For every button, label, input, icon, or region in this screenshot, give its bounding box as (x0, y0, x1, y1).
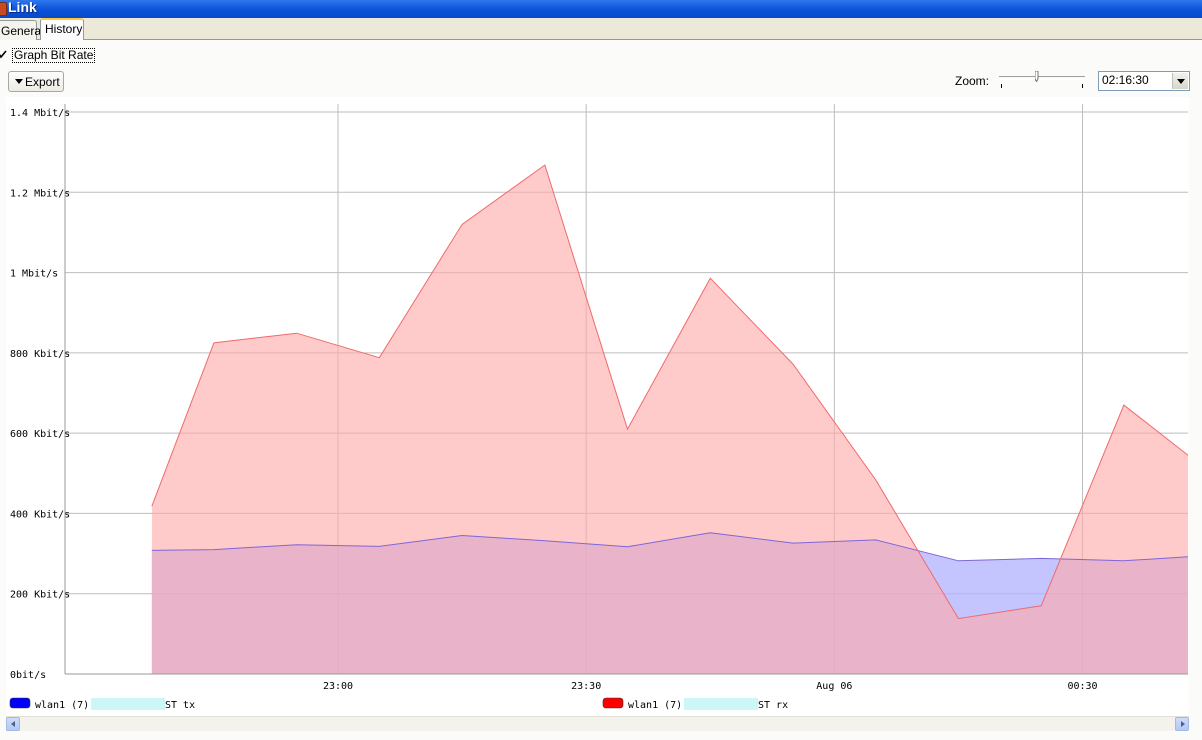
slider-thumb[interactable] (1035, 71, 1039, 82)
horizontal-scrollbar[interactable] (6, 716, 1189, 731)
rx-point (792, 363, 794, 365)
rx-point (1040, 605, 1042, 607)
rx-point (461, 223, 463, 225)
bitrate-chart-svg: 0bit/s 200 Kbit/s 400 Kbit/s 600 Kbit/s 800 … (9, 104, 1189, 711)
rx-point (1187, 454, 1189, 456)
tx-point (213, 549, 215, 551)
tx-point (1123, 560, 1125, 562)
export-button[interactable]: Export (8, 71, 64, 92)
rx-point (151, 505, 153, 507)
graph-bit-rate-checkbox[interactable] (0, 49, 7, 60)
y-tick-label: 1 Mbit/s (10, 269, 58, 280)
legend-swatch-tx (9, 697, 31, 709)
rx-point (544, 164, 546, 166)
zoom-range-select[interactable]: 02:16:30 (1098, 71, 1190, 91)
y-tick-label: 800 Kbit/s (10, 349, 70, 360)
export-label: Export (25, 75, 60, 89)
chevron-down-icon (1177, 79, 1185, 84)
rx-point (626, 428, 628, 430)
rx-point (875, 479, 877, 481)
tx-point (957, 560, 959, 562)
zoom-label: Zoom: (955, 74, 990, 88)
tx-point (709, 532, 711, 534)
tx-point (1187, 556, 1189, 558)
checkmark-icon (0, 50, 7, 59)
zoom-slider[interactable] (998, 70, 1086, 92)
tx-point (296, 544, 298, 546)
bitrate-chart: 0bit/s 200 Kbit/s 400 Kbit/s 600 Kbit/s 800 … (6, 97, 1189, 717)
y-tick-label: 0bit/s (10, 670, 46, 681)
legend-redacted-ssid (684, 698, 758, 710)
tx-point (875, 539, 877, 541)
x-tick-label: 23:00 (323, 681, 353, 692)
x-tick-label: 00:30 (1067, 681, 1097, 692)
zoom-range-value: 02:16:30 (1102, 73, 1149, 87)
rx-point (296, 332, 298, 334)
rx-point (213, 342, 215, 344)
x-tick-label: 23:30 (571, 681, 601, 692)
tab-history[interactable]: History (40, 18, 84, 40)
slider-tick-min (1001, 84, 1002, 88)
window-title: Link (8, 0, 37, 15)
y-tick-label: 1.4 Mbit/s (10, 108, 70, 119)
tx-point (378, 545, 380, 547)
legend-redacted-ssid (91, 698, 165, 710)
legend-swatch-rx (602, 697, 624, 709)
slider-track (999, 76, 1085, 80)
title-bar: Link (0, 0, 1202, 18)
slider-tick-max (1082, 84, 1083, 88)
rx-point (1123, 404, 1125, 406)
scroll-right-button[interactable] (1175, 717, 1189, 731)
legend-suffix-tx: ST tx (165, 700, 195, 711)
combo-dropdown-button[interactable] (1172, 73, 1188, 89)
tx-point (792, 542, 794, 544)
rx-point (378, 357, 380, 359)
graph-bit-rate-label[interactable]: Graph Bit Rate (12, 48, 96, 63)
legend-suffix-rx: ST rx (758, 700, 788, 711)
y-tick-label: 1.2 Mbit/s (10, 188, 70, 199)
arrow-right-icon (1181, 721, 1185, 727)
dropdown-arrow-icon (15, 79, 23, 84)
scroll-left-button[interactable] (6, 717, 20, 731)
y-tick-label: 200 Kbit/s (10, 590, 70, 601)
tx-point (1040, 557, 1042, 559)
tx-point (626, 546, 628, 548)
tab-strip: General History (0, 18, 1202, 40)
rx-point (709, 277, 711, 279)
rx-point (957, 618, 959, 620)
tx-point (544, 540, 546, 542)
y-tick-label: 600 Kbit/s (10, 429, 70, 440)
y-tick-label: 400 Kbit/s (10, 509, 70, 520)
tab-general[interactable]: General (0, 20, 44, 40)
app-icon (0, 2, 7, 16)
arrow-left-icon (11, 721, 15, 727)
tx-point (461, 535, 463, 537)
x-tick-label: Aug 06 (816, 681, 852, 692)
tx-point (151, 549, 153, 551)
